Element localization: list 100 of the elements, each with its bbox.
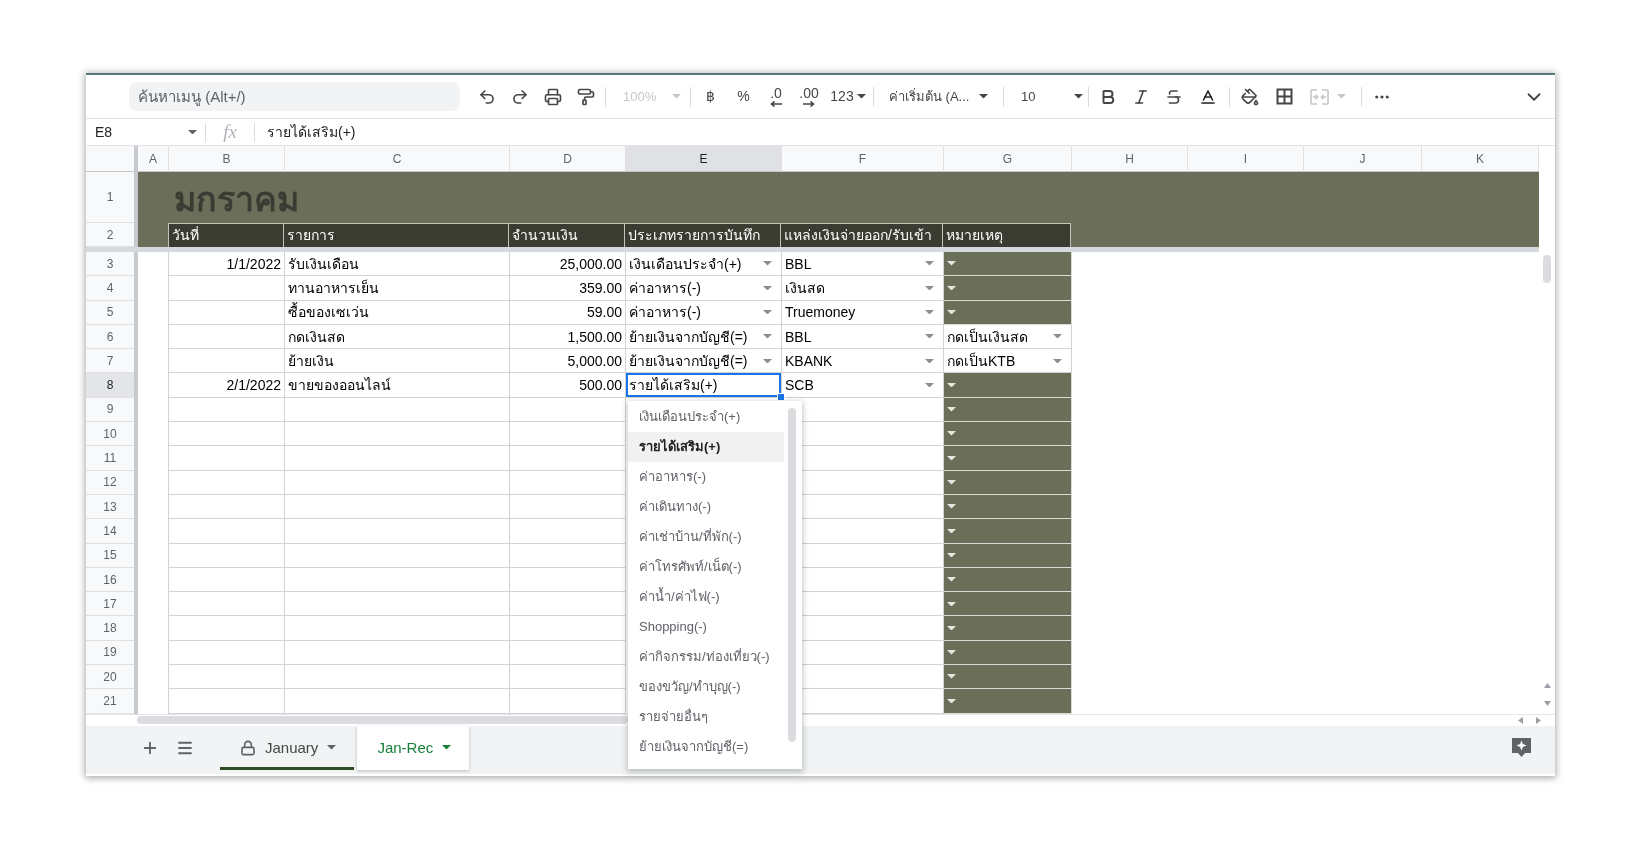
arrow-down-icon[interactable] <box>1543 700 1551 706</box>
row-header[interactable]: 6 <box>86 324 134 350</box>
dropdown-cell[interactable] <box>944 276 1072 301</box>
column-header[interactable]: J <box>1304 146 1422 172</box>
menu-item[interactable]: ค่ากิจกรรม/ท่องเที่ยว(-) <box>628 641 784 672</box>
dropdown-cell[interactable] <box>944 543 1072 568</box>
caret-icon[interactable] <box>979 94 989 99</box>
caret-icon[interactable] <box>947 407 956 412</box>
undo-icon[interactable] <box>477 87 496 106</box>
menu-item[interactable]: เงินเดือนประจำ(+) <box>628 401 784 432</box>
column-header[interactable]: H <box>1072 146 1188 172</box>
menu-item[interactable]: ค่าเช่าบ้าน/ที่พัก(-) <box>628 521 784 552</box>
row-header[interactable]: 8 <box>86 373 134 398</box>
dropdown-cell[interactable] <box>944 616 1072 641</box>
percent-button[interactable]: % <box>737 89 750 104</box>
caret-icon[interactable] <box>947 674 956 679</box>
dropdown-cell[interactable] <box>944 689 1072 714</box>
row-header[interactable]: 15 <box>86 543 134 568</box>
column-header[interactable]: G <box>944 146 1072 172</box>
decrease-decimals-button[interactable]: .0 <box>770 86 782 107</box>
caret-icon[interactable] <box>947 455 956 461</box>
menu-item[interactable]: ค่าโทรศัพท์/เน็ต(-) <box>628 551 784 582</box>
dropdown-cell[interactable]: กดเป็นเงินสด <box>944 324 1072 350</box>
caret-icon[interactable] <box>947 528 956 534</box>
dropdown-cell[interactable] <box>944 640 1072 666</box>
search-field[interactable]: ค้นหาเมนู (Alt+/) <box>129 82 460 111</box>
dropdown-cell[interactable]: BBL <box>782 324 944 350</box>
caret-icon[interactable] <box>947 552 956 558</box>
column-header[interactable]: C <box>285 146 510 172</box>
caret-icon[interactable] <box>947 698 956 704</box>
dropdown-cell[interactable] <box>944 519 1072 544</box>
strikethrough-icon[interactable] <box>1164 87 1183 106</box>
column-header[interactable]: E <box>626 146 782 172</box>
row-header[interactable]: 7 <box>86 349 134 374</box>
caret-icon[interactable] <box>947 480 956 485</box>
dropdown-cell[interactable]: เงินเดือนประจำ(+) <box>626 252 782 277</box>
dropdown-cell[interactable] <box>944 592 1072 617</box>
row-header[interactable]: 1 <box>86 172 134 223</box>
dropdown-cell[interactable] <box>944 252 1072 277</box>
font-size-select[interactable]: 10 <box>1021 89 1083 104</box>
scrollbar-thumb[interactable] <box>788 407 796 742</box>
dropdown-cell[interactable]: รายได้เสริม(+) <box>626 373 782 398</box>
caret-icon[interactable] <box>947 310 956 315</box>
dropdown-cell[interactable]: SCB <box>782 373 944 398</box>
menu-item[interactable]: ค่าอาหาร(-) <box>628 461 784 492</box>
paint-bucket-icon[interactable] <box>1241 87 1259 106</box>
dropdown-cell[interactable] <box>944 494 1072 520</box>
column-header[interactable]: I <box>1188 146 1304 172</box>
redo-icon[interactable] <box>510 87 529 106</box>
row-header[interactable]: 9 <box>86 397 134 423</box>
column-header[interactable]: A <box>138 146 169 172</box>
arrow-left-icon[interactable] <box>1518 716 1523 724</box>
dropdown-cell[interactable] <box>944 373 1072 398</box>
column-header[interactable]: D <box>510 146 626 172</box>
dropdown-cell[interactable]: ย้ายเงินจากบัญชี(=) <box>626 349 782 374</box>
menu-item[interactable]: ค่าเดินทาง(-) <box>628 491 784 522</box>
font-select[interactable]: ค่าเริ่มต้น (A... <box>889 86 989 107</box>
sheet-tab[interactable]: January <box>220 725 355 770</box>
dropdown-cell[interactable] <box>944 422 1072 447</box>
dropdown-cell[interactable]: ย้ายเงินจากบัญชี(=) <box>626 324 782 350</box>
dropdown-cell[interactable]: KBANK <box>782 349 944 374</box>
caret-icon[interactable] <box>856 94 866 99</box>
row-header[interactable]: 11 <box>86 446 134 471</box>
caret-icon[interactable] <box>947 601 956 607</box>
caret-icon[interactable] <box>947 625 956 631</box>
column-header[interactable]: F <box>782 146 944 172</box>
row-header[interactable]: 14 <box>86 519 134 544</box>
dropdown-cell[interactable] <box>944 397 1072 423</box>
dropdown-cell[interactable] <box>944 446 1072 471</box>
column-header[interactable]: K <box>1422 146 1539 172</box>
menu-item[interactable]: ย้ายเงินจากบัญชี(=) <box>628 731 784 762</box>
sheet-tab[interactable]: Jan-Rec <box>357 725 470 770</box>
row-header[interactable]: 13 <box>86 494 134 520</box>
column-header[interactable]: B <box>169 146 285 172</box>
dropdown-cell[interactable] <box>944 300 1072 325</box>
dropdown-cell[interactable]: Truemoney <box>782 300 944 325</box>
row-header[interactable]: 18 <box>86 616 134 641</box>
dropdown-cell[interactable] <box>944 470 1072 495</box>
caret-icon[interactable] <box>947 504 956 509</box>
cell-reference-field[interactable]: E8 <box>86 119 205 145</box>
caret-icon[interactable] <box>327 745 337 750</box>
borders-icon[interactable] <box>1276 88 1293 105</box>
caret-icon[interactable] <box>947 577 956 582</box>
paint-roller-icon[interactable] <box>576 87 595 106</box>
caret-icon[interactable] <box>947 382 956 388</box>
row-header[interactable]: 12 <box>86 470 134 495</box>
arrow-up-icon[interactable] <box>1543 682 1551 688</box>
caret-icon[interactable] <box>947 431 956 436</box>
caret-icon[interactable] <box>947 261 956 266</box>
row-header[interactable]: 17 <box>86 592 134 617</box>
caret-icon[interactable] <box>947 650 956 655</box>
printer-icon[interactable] <box>543 87 562 106</box>
row-header[interactable]: 21 <box>86 689 134 714</box>
menu-item[interactable]: Shopping(-) <box>628 611 784 642</box>
scrollbar-thumb[interactable] <box>137 716 628 725</box>
dropdown-cell[interactable]: ค่าอาหาร(-) <box>626 300 782 325</box>
dropdown-cell[interactable]: เงินสด <box>782 276 944 301</box>
row-header[interactable]: 20 <box>86 665 134 690</box>
scrollbar-thumb[interactable] <box>1543 255 1551 283</box>
row-header[interactable]: 16 <box>86 567 134 593</box>
